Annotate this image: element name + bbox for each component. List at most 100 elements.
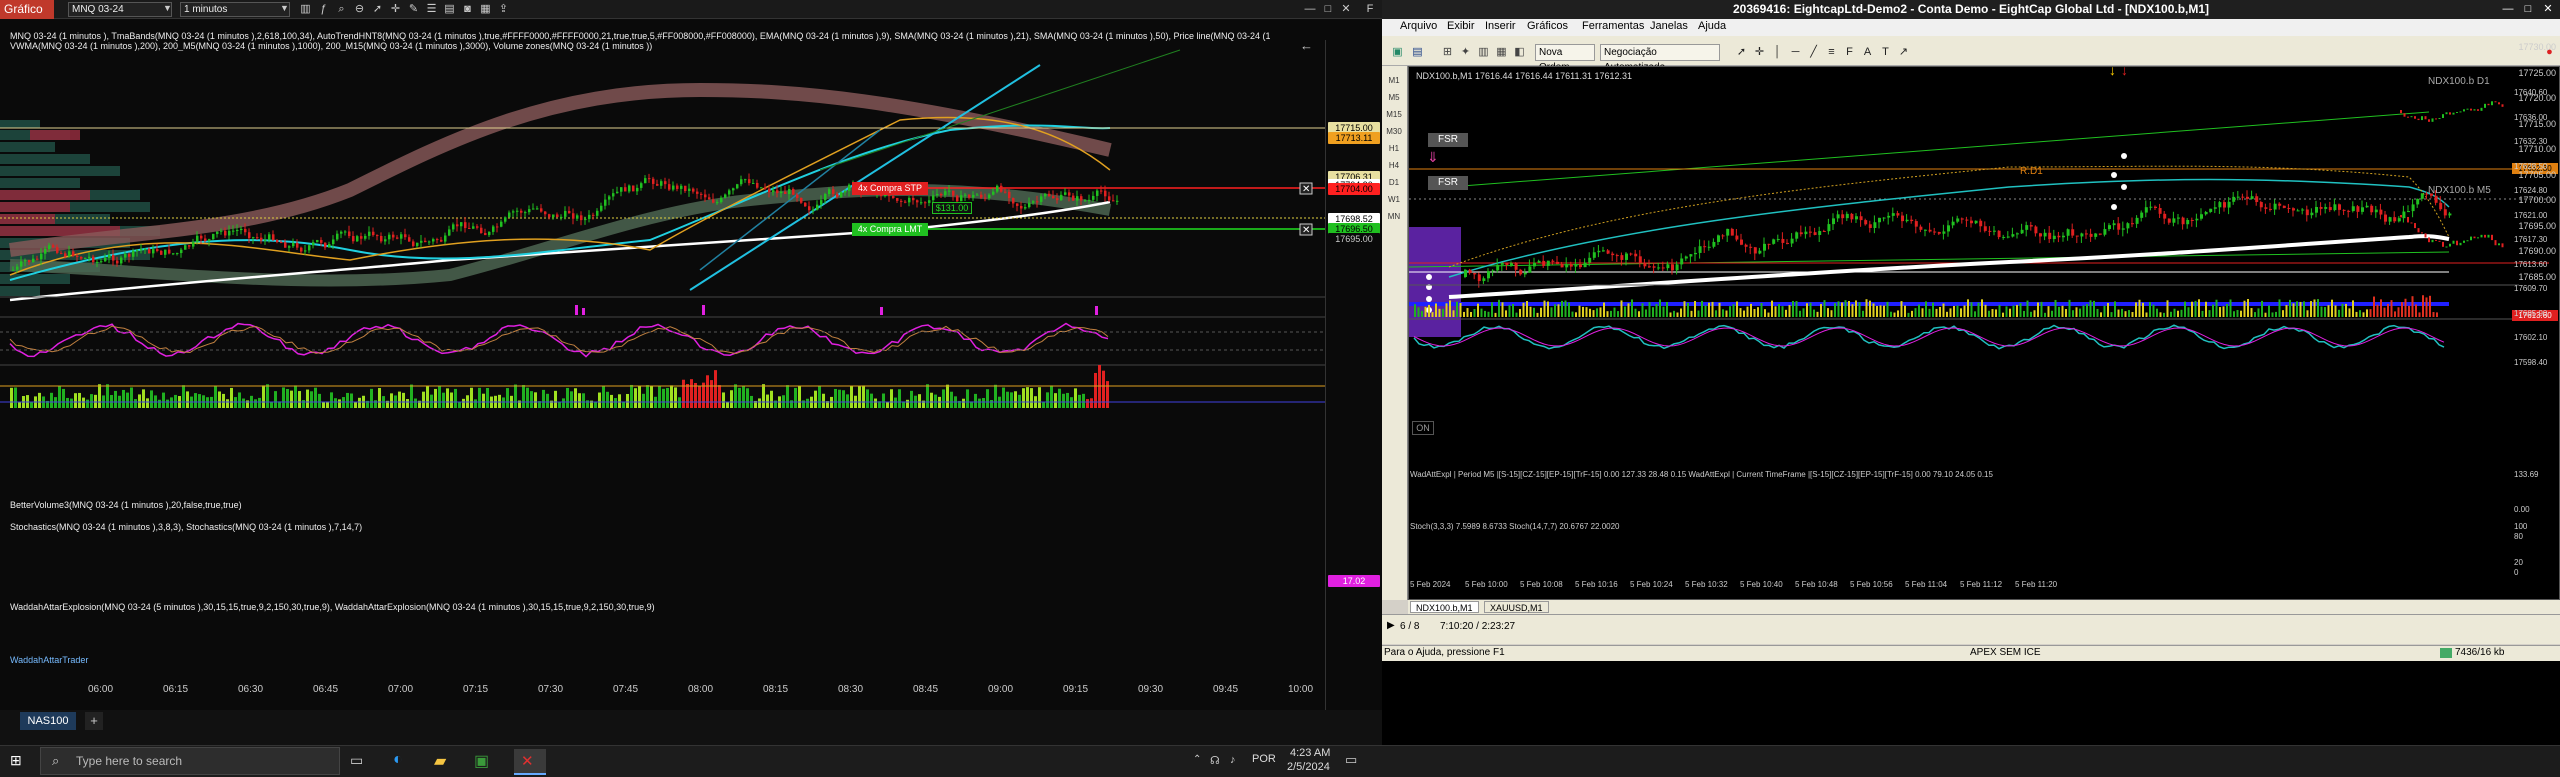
pin-icon[interactable]: F <box>1362 1 1378 17</box>
timeframe-button-mn[interactable]: MN <box>1386 212 1402 221</box>
timeframe-selector[interactable]: 1 minutos <box>180 2 290 17</box>
chart-trader-icon[interactable]: ▤ <box>442 2 457 17</box>
taskbar-search-input[interactable]: Type here to search <box>40 747 340 775</box>
wae-bar <box>2205 301 2207 317</box>
maximize-icon[interactable]: □ <box>1320 1 1336 17</box>
on-toggle-button[interactable]: ON <box>1412 421 1434 435</box>
clock-date[interactable]: 2/5/2024 <box>1287 761 1330 773</box>
wae-bar <box>1526 301 1528 317</box>
timeframe-button-m15[interactable]: M15 <box>1386 110 1402 119</box>
camera-icon[interactable]: ◙ <box>460 2 475 17</box>
candle-body <box>660 181 663 186</box>
file-explorer-icon[interactable]: ▰ <box>434 751 446 771</box>
waddah-bar <box>1022 388 1025 408</box>
edge-icon[interactable]: ◐ <box>393 751 403 769</box>
stop-order-label[interactable]: 4x Compra STP <box>852 182 928 195</box>
candle-body <box>1556 261 1559 264</box>
maximize-icon[interactable]: □ <box>2520 1 2536 17</box>
menu-janelas[interactable]: Janelas <box>1650 20 1688 32</box>
waddah-bar <box>442 392 445 408</box>
menu-graficos[interactable]: Gráficos <box>1527 20 1568 32</box>
bar-chart-icon[interactable]: ▥ <box>298 2 313 17</box>
chevron-up-icon[interactable]: ⌃ <box>1193 754 1201 765</box>
wae-bar <box>1438 308 1441 317</box>
windows-start-icon[interactable]: ⊞ <box>10 752 22 769</box>
crosshair-icon[interactable]: ✛ <box>388 2 403 17</box>
indicator-legend-line2: VWMA(MNQ 03-24 (1 minutos ),200), 200_M5… <box>10 41 653 51</box>
candle-body <box>40 253 43 260</box>
instrument-selector[interactable]: MNQ 03-24 <box>68 2 172 17</box>
timeframe-button-d1[interactable]: D1 <box>1386 178 1402 187</box>
candle-body <box>908 197 911 203</box>
pointer-icon[interactable]: ➚ <box>370 2 385 17</box>
notification-center-icon[interactable]: ▭ <box>1345 752 1357 768</box>
zoom-out-icon[interactable]: ⊖ <box>352 2 367 17</box>
menu-arquivo[interactable]: Arquivo <box>1400 20 1437 32</box>
chart-menu-button[interactable]: Gráfico <box>0 0 54 19</box>
tab-xauusd[interactable]: XAUUSD,M1 <box>1484 601 1549 613</box>
menu-ferramentas[interactable]: Ferramentas <box>1582 20 1644 32</box>
candle-body <box>820 200 823 205</box>
timeframe-button-w1[interactable]: W1 <box>1386 195 1402 204</box>
tab-ndx100[interactable]: NDX100.b,M1 <box>1410 601 1479 613</box>
wae-bar <box>2387 303 2389 317</box>
wae-bar <box>1862 310 1864 317</box>
time-tick: 08:45 <box>913 684 939 695</box>
close-icon[interactable]: ✕ <box>1338 1 1354 17</box>
wae-bar <box>2040 301 2043 317</box>
export-icon[interactable]: ⇪ <box>496 2 511 17</box>
candle-body <box>1084 200 1087 202</box>
limit-order-label[interactable]: 4x Compra LMT <box>852 223 928 236</box>
timeframe-button-m5[interactable]: M5 <box>1386 93 1402 102</box>
wae-bar <box>2229 299 2232 317</box>
candle-body <box>252 237 255 239</box>
wae-bar <box>1673 310 1675 317</box>
network-icon[interactable]: ☊ <box>1210 754 1220 767</box>
menu-ajuda[interactable]: Ajuda <box>1698 20 1726 32</box>
wae-bar <box>1897 310 1899 317</box>
waddah-bar <box>62 388 65 408</box>
language-indicator[interactable]: POR <box>1252 753 1276 765</box>
wae-bar <box>1788 305 1791 317</box>
minimize-icon[interactable]: — <box>2500 1 2516 17</box>
wae-bar <box>1512 304 1514 317</box>
menu-exibir[interactable]: Exibir <box>1447 20 1475 32</box>
timeframe-button-h4[interactable]: H4 <box>1386 161 1402 170</box>
wae-bar <box>2264 312 2267 317</box>
wae-bar <box>2352 300 2354 317</box>
back-arrow-icon[interactable]: ← <box>1300 38 1313 53</box>
timeframe-button-m1[interactable]: M1 <box>1386 76 1402 85</box>
properties-icon[interactable]: ☰ <box>424 2 439 17</box>
wae-bar <box>1778 304 1780 317</box>
tab-nas100[interactable]: NAS100 <box>20 712 76 730</box>
candle-body <box>772 190 775 193</box>
volume-icon[interactable]: ♪ <box>1230 754 1236 766</box>
candle-body <box>1060 194 1063 201</box>
drawing-icon[interactable]: ✎ <box>406 2 421 17</box>
close-icon[interactable]: ✕ <box>2540 1 2556 17</box>
wae-bar <box>1848 301 1850 317</box>
clock-time[interactable]: 4:23 AM <box>1290 747 1330 759</box>
waddah-bar <box>454 388 457 408</box>
candle-body <box>720 197 723 203</box>
dom-icon[interactable]: ▦ <box>478 2 493 17</box>
candle-body <box>2209 208 2213 212</box>
waddah-bar <box>1006 391 1009 408</box>
timeframe-button-h1[interactable]: H1 <box>1386 144 1402 153</box>
mt-time-tick: 5 Feb 10:00 <box>1465 580 1508 589</box>
timeframe-button-m30[interactable]: M30 <box>1386 127 1402 136</box>
indicator-icon[interactable]: ƒ <box>316 2 331 17</box>
mt-taskbar-icon[interactable]: ▣ <box>474 751 489 771</box>
wae-bar <box>1561 300 1563 317</box>
menu-inserir[interactable]: Inserir <box>1485 20 1516 32</box>
candle-body <box>992 191 995 195</box>
candle-body <box>1896 213 1900 216</box>
minimize-icon[interactable]: — <box>1302 1 1318 17</box>
wae-bar <box>2397 307 2400 317</box>
task-view-icon[interactable]: ▭ <box>350 752 363 769</box>
magnify-icon[interactable]: ⌕ <box>334 2 349 17</box>
waddah-bar <box>930 392 933 408</box>
wae-bar <box>1452 310 1455 317</box>
add-tab-button[interactable]: + <box>85 712 103 730</box>
play-icon[interactable]: ▶ <box>1387 620 1395 631</box>
